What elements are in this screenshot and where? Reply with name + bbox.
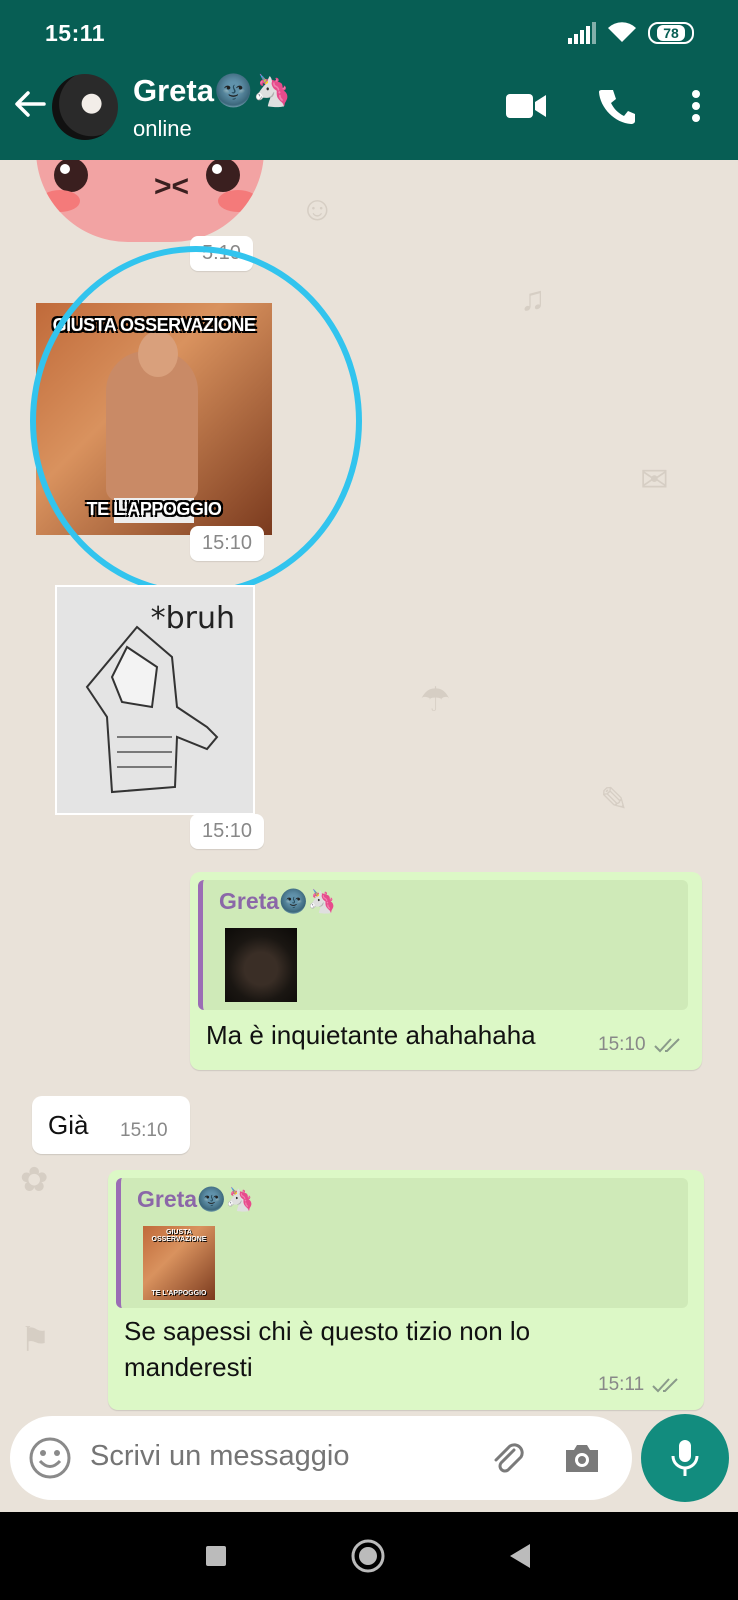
message-text-line-1: Se sapessi chi è questo tizio non lo bbox=[124, 1316, 531, 1346]
avatar[interactable] bbox=[52, 74, 118, 140]
incoming-message[interactable]: Già 15:10 bbox=[32, 1096, 190, 1154]
video-camera-icon bbox=[506, 94, 546, 118]
contact-name[interactable]: Greta🌚🦄 bbox=[133, 72, 291, 109]
voice-call-button[interactable] bbox=[595, 84, 639, 128]
camera-icon[interactable] bbox=[562, 1438, 602, 1478]
message-meta: 15:10 bbox=[598, 1034, 684, 1056]
battery-icon: 78 bbox=[648, 22, 694, 44]
message-time: 15:10 bbox=[190, 814, 265, 849]
quoted-message[interactable]: Greta🌚🦄 GIUSTA OSSERVAZIONE TE L'APPOGGI… bbox=[116, 1178, 688, 1308]
video-call-button[interactable] bbox=[504, 84, 548, 128]
triangle-back-icon bbox=[510, 1544, 530, 1568]
message-time: 15:10 bbox=[120, 1120, 168, 1141]
wifi-icon bbox=[608, 22, 636, 42]
message-text: Già bbox=[48, 1110, 89, 1140]
more-vert-icon bbox=[692, 90, 700, 122]
outgoing-message[interactable]: Greta🌚🦄 Ma è inquietante ahahahaha 15:10 bbox=[190, 872, 702, 1070]
quoted-thumbnail bbox=[225, 928, 297, 1002]
phone-icon bbox=[599, 90, 635, 124]
recents-button[interactable] bbox=[196, 1536, 236, 1576]
contact-status: online bbox=[133, 116, 192, 141]
back-button[interactable] bbox=[500, 1536, 540, 1576]
signal-icon bbox=[568, 22, 596, 44]
message-meta: 15:11 bbox=[598, 1374, 682, 1396]
outgoing-message[interactable]: Greta🌚🦄 GIUSTA OSSERVAZIONE TE L'APPOGGI… bbox=[108, 1170, 704, 1410]
microphone-icon bbox=[671, 1440, 699, 1476]
quoted-sender: Greta🌚🦄 bbox=[137, 1186, 255, 1212]
status-bar: 15:11 78 bbox=[0, 0, 738, 54]
system-nav-bar bbox=[0, 1512, 738, 1600]
message-time: 15:11 bbox=[598, 1374, 645, 1395]
message-time: 15:10 bbox=[598, 1034, 646, 1055]
message-text: Ma è inquietante ahahahaha bbox=[206, 1020, 536, 1050]
emoji-icon[interactable] bbox=[28, 1436, 72, 1480]
highlight-circle bbox=[30, 246, 362, 596]
message-text-line-2: manderesti bbox=[124, 1352, 253, 1382]
message-meta: 15:10 bbox=[120, 1120, 168, 1142]
battery-level: 78 bbox=[657, 25, 685, 41]
paperclip-icon[interactable] bbox=[488, 1438, 528, 1478]
bruh-image[interactable]: *bruh bbox=[55, 585, 255, 815]
message-composer bbox=[10, 1416, 632, 1500]
home-button[interactable] bbox=[348, 1536, 388, 1576]
chat-area[interactable]: ☺ ♫ ✉ ☂ ✎ ☕ ✿ ⚑ >< 5:10 GIUSTA OSSERVAZI… bbox=[0, 160, 738, 1512]
drawing-figure bbox=[85, 625, 219, 794]
thumbnail-bottom-caption: TE L'APPOGGIO bbox=[151, 1290, 207, 1297]
square-icon bbox=[206, 1546, 226, 1566]
double-check-icon bbox=[653, 1038, 680, 1053]
circle-icon bbox=[351, 1539, 385, 1573]
menu-button[interactable] bbox=[674, 84, 718, 128]
sticker-image[interactable]: >< bbox=[36, 160, 264, 242]
quoted-thumbnail: GIUSTA OSSERVAZIONE TE L'APPOGGIO bbox=[143, 1226, 215, 1300]
quoted-sender: Greta🌚🦄 bbox=[219, 888, 337, 914]
double-check-icon bbox=[652, 1378, 678, 1393]
arrow-left-icon[interactable] bbox=[12, 86, 48, 122]
quoted-message[interactable]: Greta🌚🦄 bbox=[198, 880, 688, 1010]
microphone-button[interactable] bbox=[641, 1414, 729, 1502]
message-input[interactable] bbox=[90, 1440, 470, 1473]
chat-header: Greta🌚🦄 online bbox=[0, 54, 738, 160]
status-time: 15:11 bbox=[45, 20, 106, 46]
thumbnail-top-caption: GIUSTA OSSERVAZIONE bbox=[151, 1229, 207, 1243]
